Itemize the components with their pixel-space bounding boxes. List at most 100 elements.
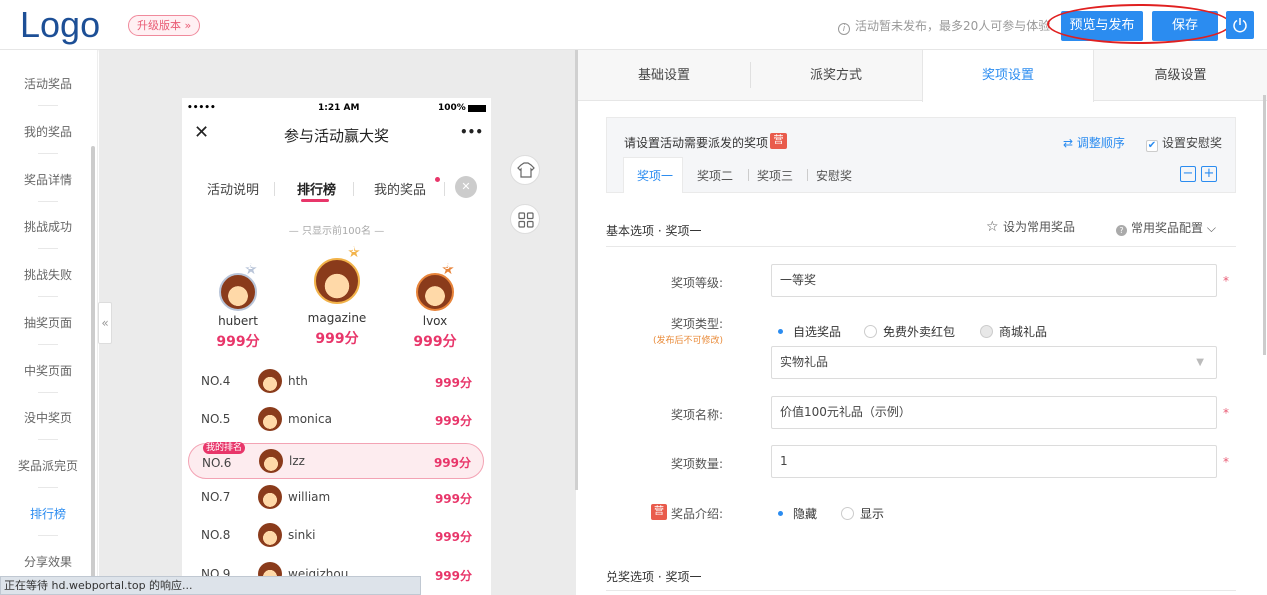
swap-icon: ⇄ — [1063, 136, 1077, 150]
signal-indicator: ••••• — [187, 103, 216, 113]
grid-icon — [518, 212, 534, 228]
divider — [606, 590, 1236, 591]
rank-no: NO.4 — [201, 374, 231, 388]
browser-status-bar: 正在等待 hd.webportal.top 的响应... — [0, 576, 421, 595]
my-rank-tag: 我的排名 — [203, 442, 246, 454]
tab-my-prizes[interactable]: 我的奖品 — [374, 179, 426, 198]
prize-qty-input[interactable]: 1 — [771, 445, 1217, 478]
prize-tab-consolation[interactable]: 安慰奖 — [816, 167, 852, 184]
notification-dot — [435, 177, 440, 182]
theme-button[interactable] — [510, 155, 540, 185]
tab-rules[interactable]: 活动说明 — [207, 179, 259, 198]
phone-title-bar: ✕ 参与活动赢大奖 ••• — [182, 118, 491, 151]
sidebar-item-lottery[interactable]: 抽奖页面 — [0, 314, 96, 331]
ranking-row: NO.7 william 999分 — [188, 480, 484, 516]
remove-prize-icon[interactable]: − — [1180, 166, 1196, 182]
rank-score: 999分 — [433, 456, 471, 470]
radio-delivery-label: 免费外卖红包 — [883, 325, 956, 339]
divider — [748, 169, 749, 181]
rank-name: sinki — [288, 528, 316, 542]
sidebar-item-my-prizes[interactable]: 我的奖品 — [0, 123, 96, 140]
clock: 1:21 AM — [318, 103, 360, 113]
set-common-label: 设为常用奖品 — [1003, 220, 1076, 234]
sidebar-item-no-win[interactable]: 没中奖页 — [0, 409, 96, 426]
radio-intro-show[interactable]: 显示 — [841, 505, 884, 522]
more-icon[interactable]: ••• — [460, 125, 483, 139]
radio-off-icon — [864, 325, 877, 338]
prize-type-select[interactable]: 实物礼品 ▼ — [771, 346, 1217, 379]
radio-delivery-redpacket[interactable]: 免费外卖红包 — [864, 323, 955, 340]
set-common-prize[interactable]: ☆ 设为常用奖品 — [986, 218, 1075, 235]
sidebar-item-prize-detail[interactable]: 奖品详情 — [0, 171, 96, 188]
divider — [38, 248, 58, 249]
collapse-sidebar-button[interactable]: « — [98, 302, 112, 344]
prize-tab-1[interactable]: 奖项一 — [637, 167, 673, 184]
podium-name: hubert — [218, 314, 258, 328]
close-circle-icon[interactable]: ✕ — [455, 176, 477, 198]
shirt-icon — [517, 162, 535, 178]
settings-scrollbar[interactable] — [1263, 95, 1266, 355]
ranking-row: 我的排名 NO.6 lzz 999分 — [188, 442, 484, 479]
sidebar-item-prizes[interactable]: 活动奖品 — [0, 75, 96, 92]
star-icon: ☆ — [986, 219, 1004, 235]
rank-no: NO.5 — [201, 412, 231, 426]
sidebar-item-share[interactable]: 分享效果 — [0, 553, 96, 570]
radio-show-label: 显示 — [860, 507, 885, 521]
rank-score: 999分 — [434, 530, 472, 544]
sidebar-item-success[interactable]: 挑战成功 — [0, 218, 96, 235]
sidebar-item-win[interactable]: 中奖页面 — [0, 362, 96, 379]
rank-score: 999分 — [434, 376, 472, 390]
sidebar-scrollbar[interactable] — [91, 146, 95, 586]
ranking-row: NO.5 monica 999分 — [188, 402, 484, 438]
avatar — [258, 407, 282, 431]
power-button[interactable] — [1226, 11, 1254, 39]
reorder-link[interactable]: ⇄ 调整顺序 — [1063, 134, 1125, 151]
divider — [606, 246, 1236, 247]
upgrade-button[interactable]: 升级版本 » — [128, 15, 201, 36]
chevron-down-icon: ⌵ — [1203, 221, 1216, 235]
sidebar-item-leaderboard[interactable]: 排行榜 — [0, 505, 96, 522]
components-button[interactable] — [510, 204, 540, 234]
divider — [38, 392, 58, 393]
rank-no: NO.8 — [201, 528, 231, 542]
prize-tab-2[interactable]: 奖项二 — [697, 167, 733, 184]
radio-on-icon — [774, 507, 787, 520]
divider — [38, 344, 58, 345]
podium-entry: ★ 3 lvox 999分 — [390, 261, 480, 377]
tab-leaderboard[interactable]: 排行榜 — [297, 179, 336, 198]
radio-intro-hide[interactable]: 隐藏 — [774, 505, 817, 522]
required-mark: * — [1223, 406, 1229, 420]
sidebar-item-fail[interactable]: 挑战失败 — [0, 266, 96, 283]
tab-distribution[interactable]: 派奖方式 — [750, 50, 922, 101]
add-prize-icon[interactable]: + — [1201, 166, 1217, 182]
select-value: 实物礼品 — [780, 355, 829, 369]
podium-name: lvox — [422, 314, 448, 328]
prize-name-input[interactable]: 价值100元礼品（示例） — [771, 396, 1217, 429]
type-hint: (发布后不可修改) — [652, 336, 723, 346]
divider — [38, 535, 58, 536]
podium-score: 999分 — [216, 334, 260, 350]
radio-mall-gift[interactable]: 商城礼品 — [980, 323, 1047, 340]
sidebar-item-out-of-prizes[interactable]: 奖品派完页 — [0, 457, 96, 474]
top-bar: Logo 升级版本 » i 活动暂未发布，最多20人可参与体验 预览与发布 保存 — [0, 0, 1267, 50]
sidebar: 活动奖品 我的奖品 奖品详情 挑战成功 挑战失败 抽奖页面 中奖页面 没中奖页 … — [0, 50, 98, 595]
common-config-dropdown[interactable]: ? 常用奖品配置 ⌵ — [1116, 219, 1216, 236]
help-icon: ? — [1116, 225, 1127, 236]
prize-tab-3[interactable]: 奖项三 — [757, 167, 793, 184]
rank-name: william — [288, 490, 331, 504]
phone-status-bar: ••••• 1:21 AM 100% — [182, 98, 491, 118]
radio-custom-prize[interactable]: 自选奖品 — [774, 323, 841, 340]
section-redeem-title: 兑奖选项 · 奖项一 — [606, 570, 702, 584]
tab-prize-settings[interactable]: 奖项设置 — [922, 50, 1094, 102]
consolation-checkbox[interactable]: ✔ 设置安慰奖 — [1146, 134, 1222, 152]
divider — [38, 201, 58, 202]
avatar — [314, 258, 360, 304]
tab-basic-settings[interactable]: 基础设置 — [578, 50, 750, 101]
level-input[interactable]: 一等奖 — [771, 264, 1217, 297]
divider — [274, 182, 275, 196]
tab-advanced[interactable]: 高级设置 — [1094, 50, 1267, 101]
divider — [807, 169, 808, 181]
section-basic-title: 基本选项 · 奖项一 — [606, 224, 702, 238]
settings-tabs: 基础设置 派奖方式 奖项设置 高级设置 — [578, 50, 1267, 102]
divider — [38, 487, 58, 488]
